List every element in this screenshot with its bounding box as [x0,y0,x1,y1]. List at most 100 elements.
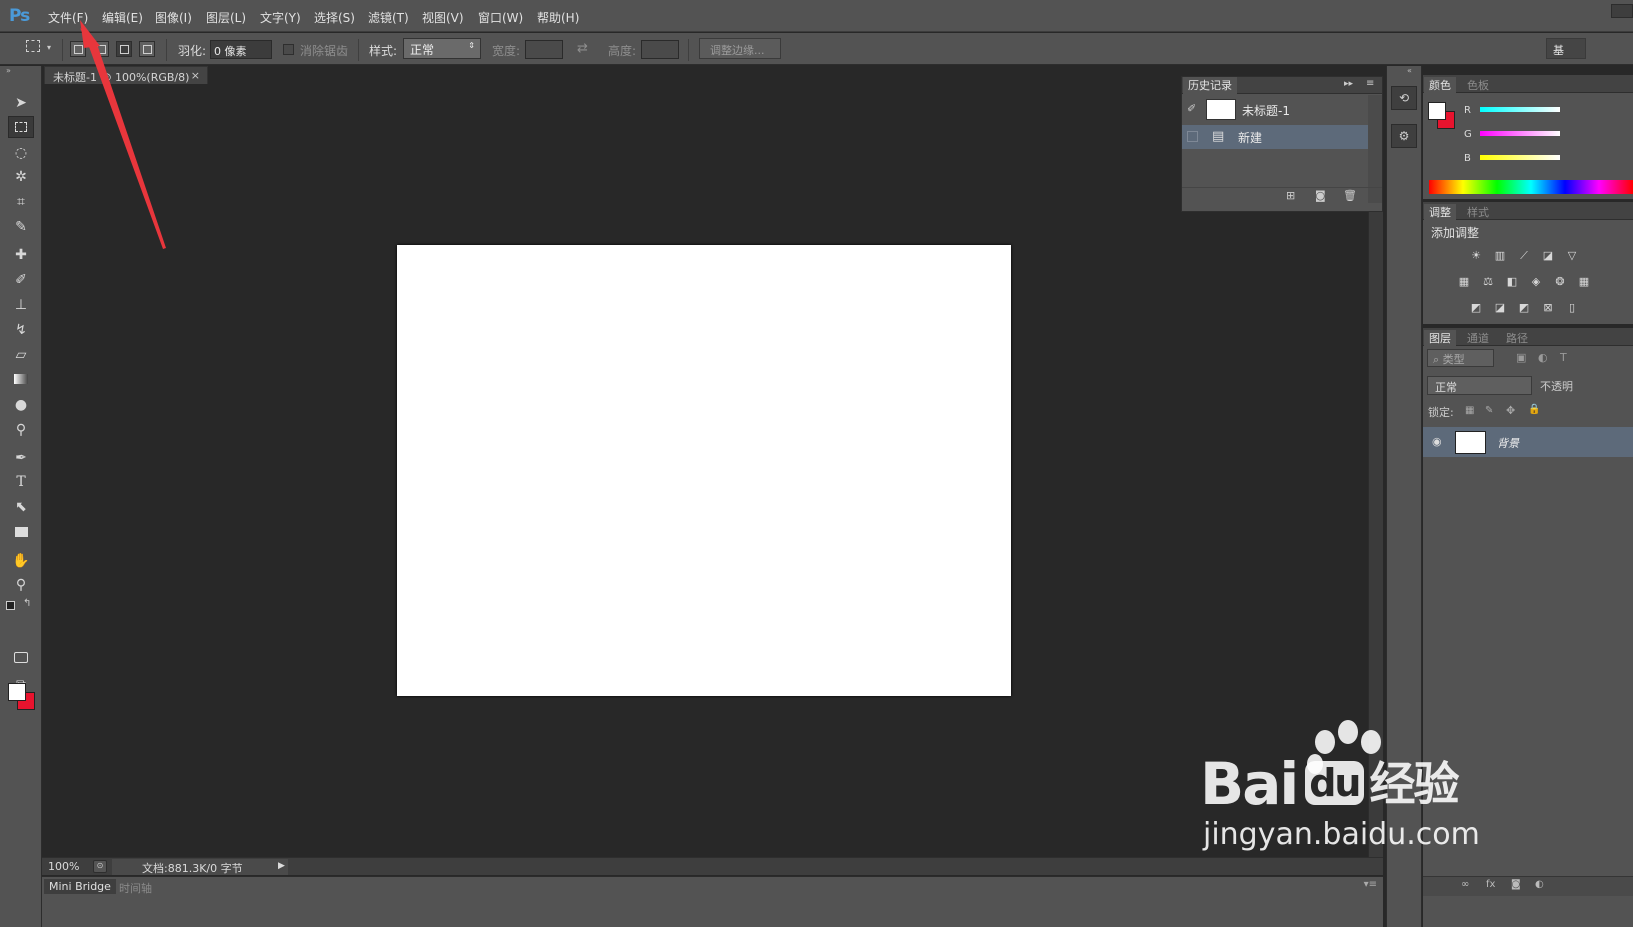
tab-swatches[interactable]: 色板 [1467,77,1489,93]
tab-mini-bridge[interactable]: Mini Bridge [44,879,116,894]
subtract-from-selection-icon[interactable] [116,41,132,57]
menu-file[interactable]: 文件(F) [48,9,88,26]
threshold-icon[interactable]: ◩ [1516,301,1532,315]
share-icon[interactable]: ⊙ [93,860,107,873]
lock-image-icon[interactable]: ✎ [1485,405,1493,416]
menu-filter[interactable]: 滤镜(T) [368,9,409,26]
channel-mixer-icon[interactable]: ❂ [1552,275,1568,289]
style-select[interactable]: 正常 ⇕ [403,38,481,59]
adjustment-layer-icon[interactable]: ◐ [1535,879,1544,890]
history-dock-icon[interactable]: ⟲ [1391,86,1417,110]
red-slider[interactable] [1480,107,1560,112]
tab-paths[interactable]: 路径 [1506,330,1528,346]
chevron-down-icon[interactable]: ▾ [47,43,51,52]
link-icon[interactable]: ∞ [1461,879,1469,890]
lasso-tool-icon[interactable]: ◌ [8,142,34,164]
path-selection-tool-icon[interactable]: ⬉ [8,496,34,518]
lock-all-icon[interactable]: 🔒 [1528,404,1540,415]
invert-icon[interactable]: ◩ [1468,301,1484,315]
lock-position-icon[interactable]: ✥ [1506,404,1515,417]
curves-icon[interactable]: ⟋ [1516,249,1532,263]
color-spectrum[interactable] [1429,180,1633,194]
filter-pixel-icon[interactable]: ▣ [1516,351,1526,364]
camera-icon[interactable]: ◙ [1315,189,1326,202]
blue-slider[interactable] [1480,155,1560,160]
layer-filter-select[interactable]: ⌕ 类型 [1427,349,1494,367]
close-icon[interactable]: × [191,69,200,82]
menu-image[interactable]: 图像(I) [155,9,192,26]
rectangle-tool-icon[interactable] [8,522,34,544]
menu-layer[interactable]: 图层(L) [206,9,246,26]
magic-wand-tool-icon[interactable]: ✲ [8,166,34,188]
tab-adjustments[interactable]: 调整 [1424,204,1456,221]
layer-row[interactable]: ◉ 背景 [1423,427,1633,457]
workspace-button[interactable]: 基 [1546,38,1586,59]
properties-dock-icon[interactable]: ⚙ [1391,124,1417,148]
menu-window[interactable]: 窗口(W) [478,9,523,26]
clone-stamp-tool-icon[interactable]: ⊥ [8,294,34,316]
hand-tool-icon[interactable]: ✋ [8,550,34,572]
expand-icon[interactable]: » [6,66,11,75]
photo-filter-icon[interactable]: ◈ [1528,275,1544,289]
marquee-tool-preset-icon[interactable] [26,40,40,52]
height-input[interactable] [641,40,679,59]
feather-input[interactable]: 0 像素 [210,40,272,59]
swap-icon[interactable]: ⇄ [577,41,588,56]
history-state-checkbox[interactable] [1187,131,1198,142]
zoom-tool-icon[interactable]: ⚲ [8,574,34,596]
swap-colors-icon[interactable]: ↰ [23,598,31,609]
dodge-tool-icon[interactable]: ⚲ [8,419,34,441]
antialias-checkbox[interactable] [283,44,294,55]
tab-styles[interactable]: 样式 [1467,204,1489,220]
type-tool-icon[interactable]: T [8,471,34,493]
vibrance-icon[interactable]: ▽ [1564,249,1580,263]
green-slider[interactable] [1480,131,1560,136]
tab-history[interactable]: 历史记录 [1183,77,1237,94]
trash-icon[interactable]: 🗑 [1343,189,1357,202]
tab-timeline[interactable]: 时间轴 [114,879,157,897]
collapse-dock-icon[interactable]: « [1407,66,1412,75]
quick-mask-icon[interactable] [8,648,34,670]
posterize-icon[interactable]: ◪ [1492,301,1508,315]
new-selection-icon[interactable] [70,41,86,57]
brightness-icon[interactable]: ☀ [1468,249,1484,263]
play-right-icon[interactable]: ▶ [278,861,285,871]
default-colors-icon[interactable] [6,601,15,610]
menu-select[interactable]: 选择(S) [314,9,355,26]
gradient-map-icon[interactable]: ▯ [1564,301,1580,315]
new-document-from-state-icon[interactable]: ⊞ [1286,189,1295,202]
pen-tool-icon[interactable]: ✒ [8,447,34,469]
menu-help[interactable]: 帮助(H) [537,9,579,26]
levels-icon[interactable]: ▥ [1492,249,1508,263]
history-brush-source-icon[interactable]: ✐ [1187,102,1196,115]
menu-edit[interactable]: 编辑(E) [102,9,143,26]
zoom-level[interactable]: 100% [48,860,79,873]
color-balance-icon[interactable]: ⚖ [1480,275,1496,289]
history-snapshot[interactable]: ✐ 未标题-1 [1182,95,1368,123]
panel-menu-icon[interactable]: ≡ [1366,78,1374,89]
brush-tool-icon[interactable]: ✐ [8,269,34,291]
add-to-selection-icon[interactable] [93,41,109,57]
menu-view[interactable]: 视图(V) [422,9,464,26]
eye-icon[interactable]: ◉ [1432,435,1442,448]
hue-saturation-icon[interactable]: ▦ [1456,275,1472,289]
panel-menu-icon[interactable]: ▾≡ [1364,879,1377,890]
history-brush-tool-icon[interactable]: ↯ [8,319,34,341]
collapse-icon[interactable]: ▸▸ [1344,79,1353,89]
foreground-color-swatch[interactable] [1428,102,1446,120]
tab-color[interactable]: 颜色 [1424,77,1456,94]
filter-type-icon[interactable]: T [1560,351,1567,364]
foreground-color-swatch[interactable] [8,683,26,701]
healing-brush-tool-icon[interactable]: ✚ [8,244,34,266]
filter-adjustment-icon[interactable]: ◐ [1538,351,1548,364]
gradient-tool-icon[interactable] [8,369,34,391]
crop-tool-icon[interactable]: ⌗ [8,191,34,213]
fx-icon[interactable]: fx [1486,879,1495,890]
intersect-selection-icon[interactable] [139,41,155,57]
menu-type[interactable]: 文字(Y) [260,9,301,26]
exposure-icon[interactable]: ◪ [1540,249,1556,263]
color-lookup-icon[interactable]: ▦ [1576,275,1592,289]
eraser-tool-icon[interactable]: ▱ [8,344,34,366]
minimize-button[interactable] [1611,4,1633,18]
tab-layers[interactable]: 图层 [1424,330,1456,347]
